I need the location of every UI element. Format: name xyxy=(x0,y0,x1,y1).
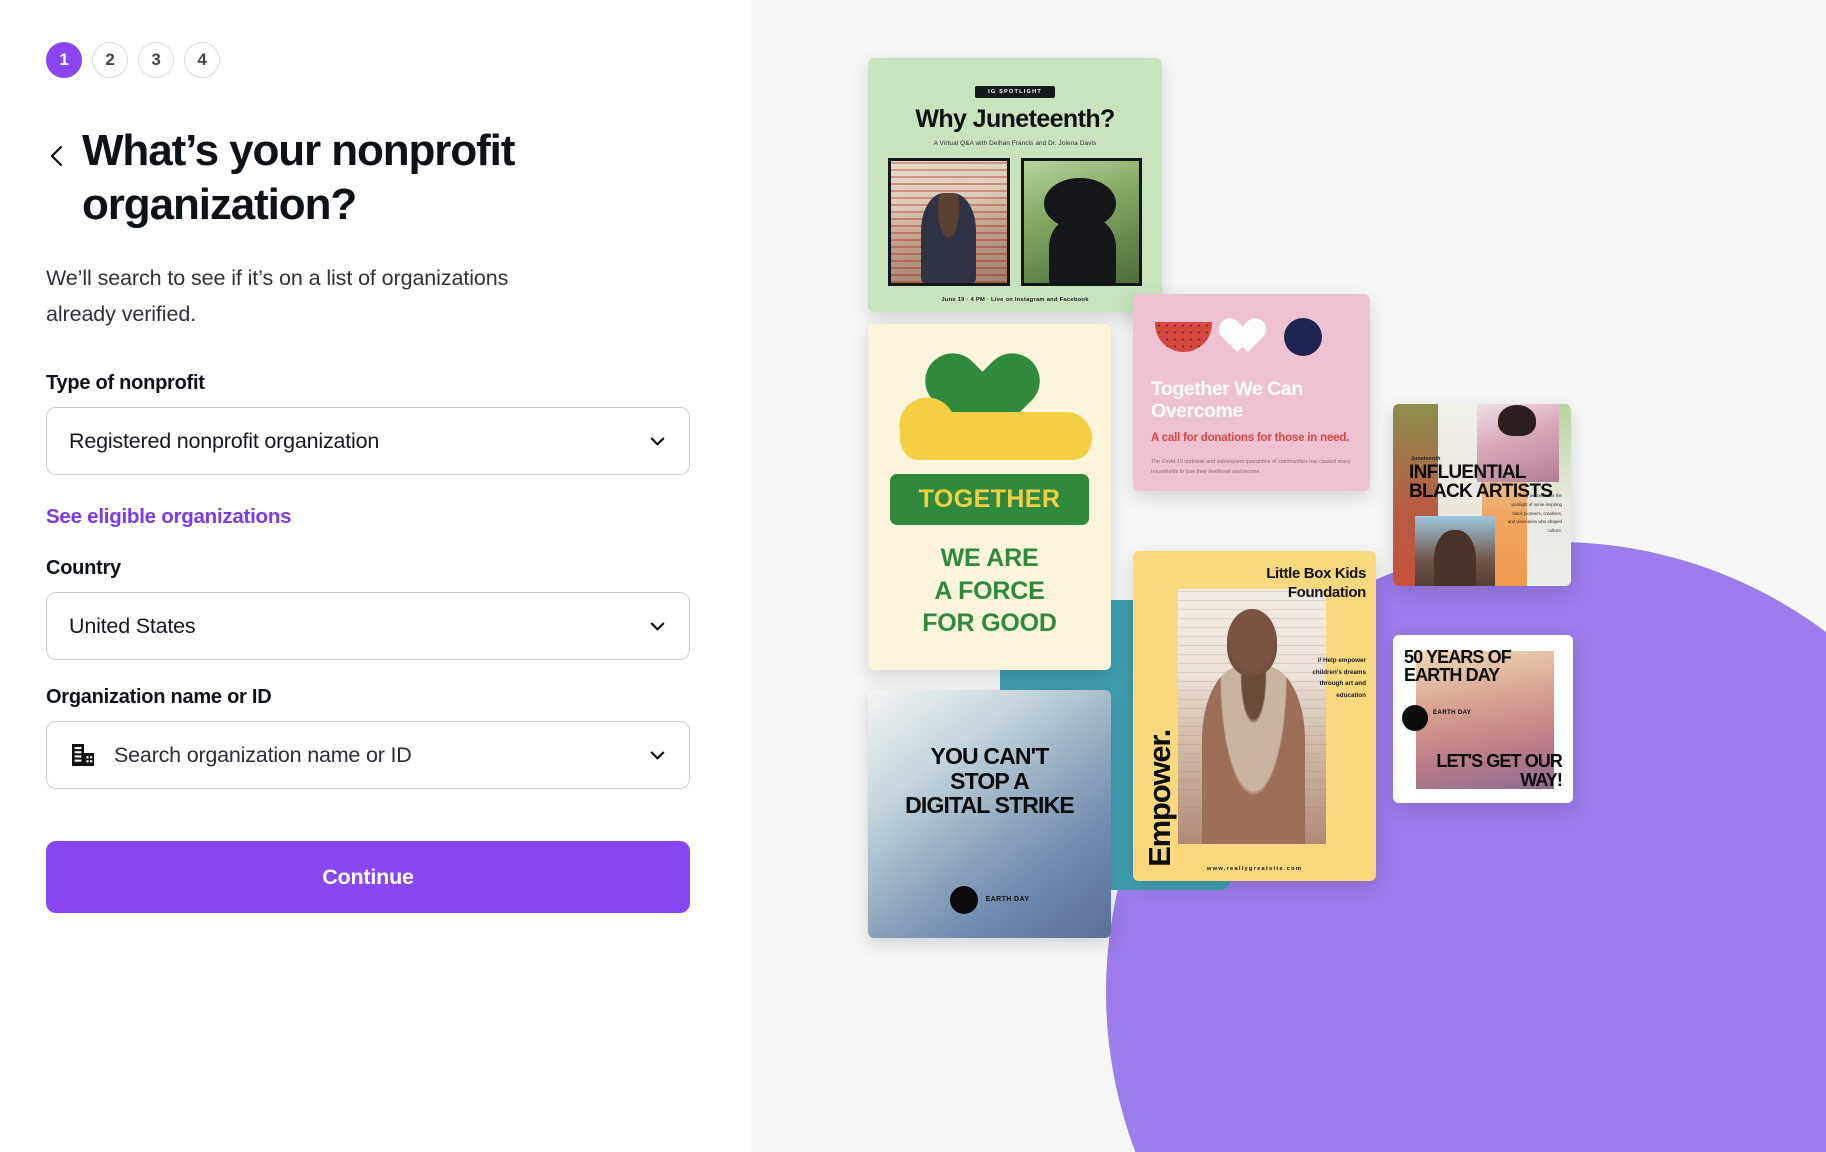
circle-shape-icon xyxy=(1284,318,1322,356)
building-icon xyxy=(69,741,97,769)
strike-line-1: YOU CAN'T xyxy=(930,743,1050,769)
template-card-overcome[interactable]: Together We Can Overcome A call for dona… xyxy=(1133,294,1370,491)
step-3-label: 3 xyxy=(151,50,161,69)
empower-url: www.reallygreatsite.com xyxy=(1206,866,1303,872)
organization-search-select[interactable]: Search organization name or ID xyxy=(46,721,690,790)
together-line-1: WE ARE xyxy=(940,544,1039,572)
artists-photo-bottom xyxy=(1415,516,1495,586)
type-of-nonprofit-select[interactable]: Registered nonprofit organization xyxy=(46,407,690,476)
template-card-juneteenth[interactable]: IG SPOTLIGHT Why Juneteenth? A Virtual Q… xyxy=(868,58,1162,312)
country-label: Country xyxy=(46,557,121,580)
together-banner: TOGETHER xyxy=(890,474,1089,525)
step-1-label: 1 xyxy=(59,50,69,69)
strike-line-3: DIGITAL STRIKE xyxy=(905,792,1075,819)
overcome-heading: Together We Can Overcome xyxy=(1151,378,1303,423)
template-card-digital-strike[interactable]: YOU CAN'T STOP A DIGITAL STRIKE EARTH DA… xyxy=(868,690,1111,938)
earthday-inner: 50 YEARS OF EARTH DAY EARTH DAY LET'S GE… xyxy=(1402,645,1564,793)
empower-body: // Help empower children's dreams throug… xyxy=(1312,657,1366,699)
step-4[interactable]: 4 xyxy=(184,42,220,78)
organization-name-group: Organization name or ID Search organizat… xyxy=(46,686,750,790)
empower-title: Little Box Kids Foundation xyxy=(1266,565,1366,601)
juneteenth-subtitle: A Virtual Q&A with Deihan Francis and Dr… xyxy=(933,140,1097,147)
overcome-body: The Covid-19 outbreak and subsequent qua… xyxy=(1151,458,1351,476)
overcome-shape-row xyxy=(1155,318,1352,356)
country-value: United States xyxy=(69,613,196,638)
template-card-little-box-kids[interactable]: Empower. Little Box Kids Foundation // H… xyxy=(1133,551,1376,881)
juneteenth-badge-wrap: IG SPOTLIGHT xyxy=(888,80,1142,98)
page-title: What’s your nonprofit organization? xyxy=(82,126,515,229)
nonprofit-form-panel: 1 2 3 4 What’s your nonprofit organizati… xyxy=(0,0,750,1152)
empower-photo-subject xyxy=(1226,609,1278,676)
strike-logo-text: EARTH DAY xyxy=(985,895,1030,903)
chevron-down-icon xyxy=(650,751,665,760)
strike-logo: EARTH DAY xyxy=(868,886,1111,914)
step-2-label: 2 xyxy=(105,50,115,69)
chevron-down-icon xyxy=(650,622,665,631)
template-card-together[interactable]: TOGETHER WE ARE A FORCE FOR GOOD xyxy=(868,324,1111,670)
organization-search-placeholder: Search organization name or ID xyxy=(114,742,412,767)
chevron-down-icon xyxy=(650,437,665,446)
juneteenth-badge: IG SPOTLIGHT xyxy=(975,86,1055,98)
step-4-label: 4 xyxy=(197,50,207,69)
earthday-subline: LET'S GET OUR WAY! xyxy=(1436,751,1562,790)
watermelon-shape-icon xyxy=(1155,322,1212,352)
together-lines: WE ARE A FORCE FOR GOOD xyxy=(890,542,1089,640)
juneteenth-title: Why Juneteenth? xyxy=(915,105,1115,133)
type-of-nonprofit-value: Registered nonprofit organization xyxy=(69,428,380,453)
together-artwork xyxy=(890,350,1092,462)
step-1[interactable]: 1 xyxy=(46,42,82,78)
template-card-earth-day-50[interactable]: 50 YEARS OF EARTH DAY EARTH DAY LET'S GE… xyxy=(1393,635,1573,803)
together-banner-label: TOGETHER xyxy=(918,485,1061,513)
title-row: What’s your nonprofit organization? xyxy=(46,124,750,231)
heart-shape-icon xyxy=(1227,318,1269,356)
together-line-3: FOR GOOD xyxy=(922,609,1057,637)
see-eligible-organizations-link[interactable]: See eligible organizations xyxy=(46,505,292,529)
illustration-panel: IG SPOTLIGHT Why Juneteenth? A Virtual Q… xyxy=(750,0,1826,1152)
step-3[interactable]: 3 xyxy=(138,42,174,78)
strike-circle-icon xyxy=(949,886,978,914)
type-of-nonprofit-label: Type of nonprofit xyxy=(46,372,205,395)
template-card-black-artists[interactable]: Juneteenth INFLUENTIAL BLACK ARTISTS Tod… xyxy=(1393,404,1571,586)
strike-line-2: STOP A xyxy=(950,767,1030,794)
chevron-left-icon xyxy=(50,145,63,167)
empower-vertical-word: Empower. xyxy=(1142,730,1177,867)
earthday-circle-icon xyxy=(1402,705,1428,731)
juneteenth-photo-row xyxy=(888,158,1142,286)
yellow-hand-icon xyxy=(900,412,1092,460)
juneteenth-footer: June 19 · 4 PM · Live on Instagram and F… xyxy=(941,297,1089,303)
earthday-headline: 50 YEARS OF EARTH DAY xyxy=(1404,647,1512,685)
step-2[interactable]: 2 xyxy=(92,42,128,78)
organization-name-label: Organization name or ID xyxy=(46,686,272,709)
empower-photo xyxy=(1178,589,1326,844)
onboarding-screen: 1 2 3 4 What’s your nonprofit organizati… xyxy=(0,0,1826,1152)
juneteenth-photo-1 xyxy=(888,158,1010,286)
country-group: Country United States xyxy=(46,557,750,661)
juneteenth-photo-2 xyxy=(1020,158,1142,286)
artists-body: Today we celebrate the spotlight of some… xyxy=(1507,493,1562,534)
step-indicator: 1 2 3 4 xyxy=(46,42,750,78)
earthday-logo-text: EARTH DAY xyxy=(1433,709,1472,716)
back-button[interactable] xyxy=(46,141,68,171)
country-select[interactable]: United States xyxy=(46,592,690,661)
page-subtitle: We’ll search to see if it’s on a list of… xyxy=(46,266,509,326)
continue-button[interactable]: Continue xyxy=(46,841,690,914)
type-of-nonprofit-group: Type of nonprofit Registered nonprofit o… xyxy=(46,372,750,476)
together-line-2: A FORCE xyxy=(934,576,1045,605)
overcome-subheading: A call for donations for those in need. xyxy=(1151,432,1350,445)
strike-headline: YOU CAN'T STOP A DIGITAL STRIKE xyxy=(868,744,1111,818)
